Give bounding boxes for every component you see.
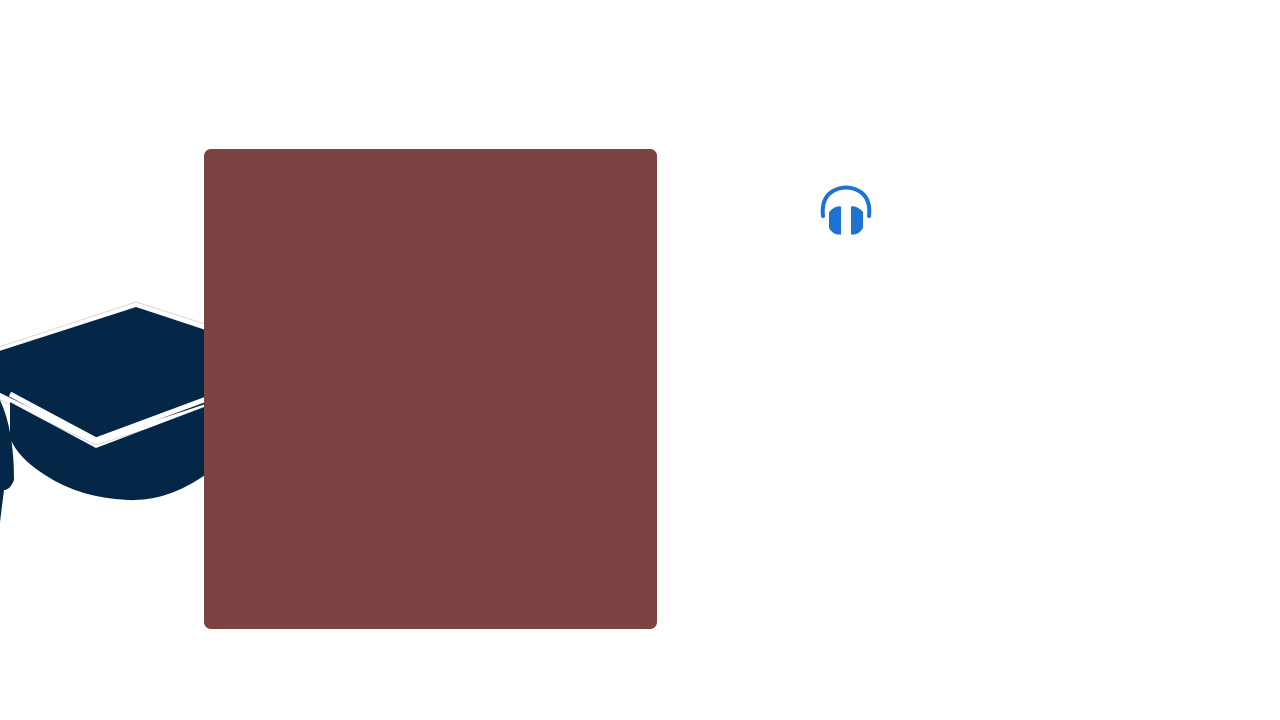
- content-card: [204, 149, 657, 629]
- headphones-icon[interactable]: [817, 182, 875, 240]
- slide-stage: [0, 0, 1280, 720]
